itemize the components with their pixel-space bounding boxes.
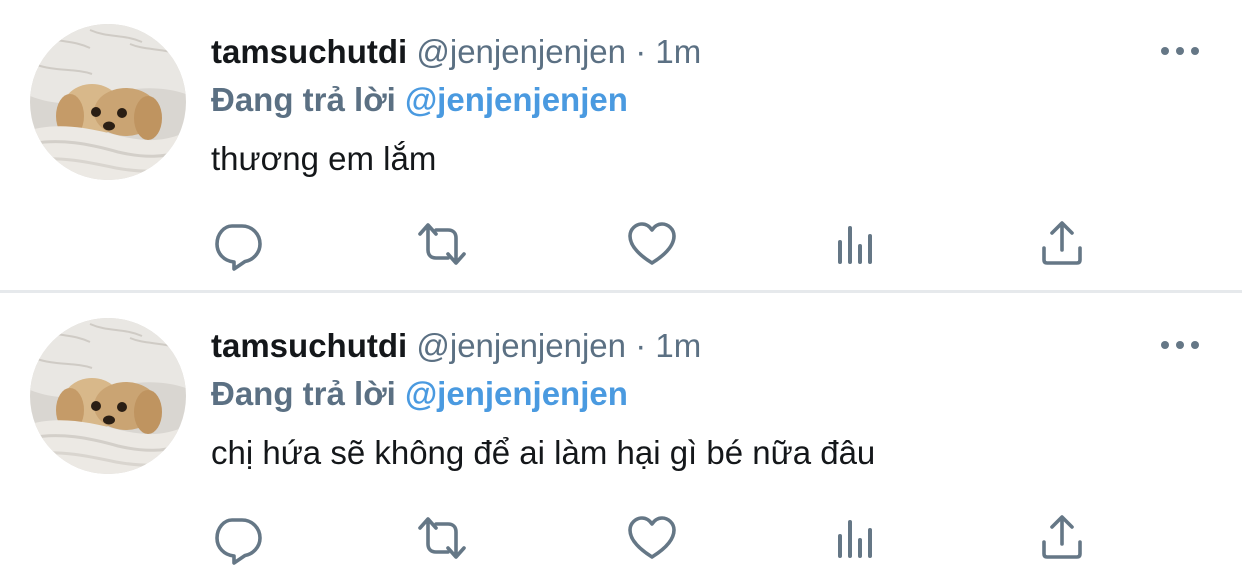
tweet-1[interactable]: tamsuchutdi @jenjenjenjen · 1m Đang trả … <box>0 0 1242 292</box>
share-icon <box>1034 510 1090 566</box>
views-icon <box>828 216 884 272</box>
replying-to: Đang trả lời @jenjenjenjen <box>211 372 628 416</box>
replying-to-label: Đang trả lời <box>211 375 396 412</box>
tweet-text: chị hứa sẽ không để ai làm hại gì bé nữa… <box>211 434 876 471</box>
tweet-divider <box>0 290 1242 293</box>
replying-to-mention[interactable]: @jenjenjenjen <box>405 375 628 412</box>
avatar[interactable] <box>30 318 186 474</box>
retweet-icon <box>414 510 470 566</box>
more-options-button[interactable] <box>1158 334 1202 356</box>
tweet-text: thương em lắm <box>211 140 437 177</box>
replying-to-label: Đang trả lời <box>211 81 396 118</box>
retweet-icon <box>414 216 470 272</box>
display-name[interactable]: tamsuchutdi <box>211 327 407 364</box>
like-button[interactable] <box>624 216 680 272</box>
reply-button[interactable] <box>210 216 266 272</box>
views-button[interactable] <box>828 510 884 566</box>
replying-to: Đang trả lời @jenjenjenjen <box>211 78 628 122</box>
avatar[interactable] <box>30 24 186 180</box>
reply-icon <box>210 510 266 566</box>
more-icon <box>1158 334 1202 356</box>
puppy-avatar-icon <box>30 24 186 180</box>
user-handle[interactable]: @jenjenjenjen <box>416 33 626 70</box>
more-options-button[interactable] <box>1158 40 1202 62</box>
display-name[interactable]: tamsuchutdi <box>211 33 407 70</box>
more-icon <box>1158 40 1202 62</box>
share-icon <box>1034 216 1090 272</box>
retweet-button[interactable] <box>414 510 470 566</box>
replying-to-mention[interactable]: @jenjenjenjen <box>405 81 628 118</box>
like-icon <box>624 510 680 566</box>
puppy-avatar-icon <box>30 318 186 474</box>
share-button[interactable] <box>1034 216 1090 272</box>
retweet-button[interactable] <box>414 216 470 272</box>
reply-icon <box>210 216 266 272</box>
reply-button[interactable] <box>210 510 266 566</box>
share-button[interactable] <box>1034 510 1090 566</box>
like-button[interactable] <box>624 510 680 566</box>
separator-dot: · <box>635 327 647 364</box>
like-icon <box>624 216 680 272</box>
separator-dot: · <box>635 33 647 70</box>
views-button[interactable] <box>828 216 884 272</box>
timestamp[interactable]: 1m <box>655 33 701 70</box>
tweet-actions <box>0 216 1242 272</box>
tweet-2[interactable]: tamsuchutdi @jenjenjenjen · 1m Đang trả … <box>0 294 1242 586</box>
user-handle[interactable]: @jenjenjenjen <box>416 327 626 364</box>
tweet-header: tamsuchutdi @jenjenjenjen · 1m <box>211 30 701 74</box>
tweet-actions <box>0 510 1242 566</box>
tweet-header: tamsuchutdi @jenjenjenjen · 1m <box>211 324 701 368</box>
views-icon <box>828 510 884 566</box>
timestamp[interactable]: 1m <box>655 327 701 364</box>
